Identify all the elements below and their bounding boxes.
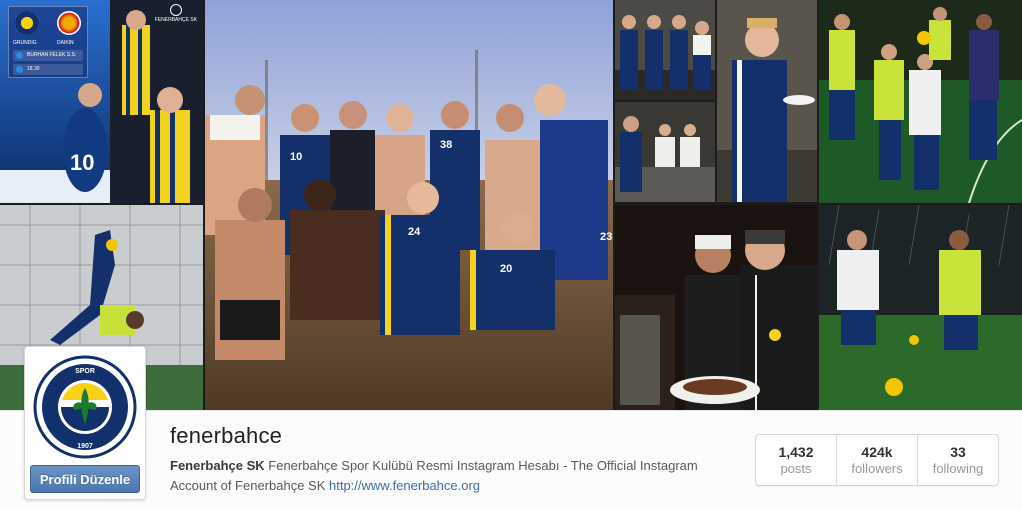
brand-text: FENERBAHÇE SK [154, 17, 197, 23]
stat-posts-label: posts [780, 461, 812, 476]
photo-collage: 10 GRUNDIG DAIKIN BURHAN FELEK S.S. 18.3… [0, 0, 1022, 410]
stat-following[interactable]: 33 following [918, 435, 998, 485]
svg-text:24: 24 [408, 226, 421, 238]
fenerbahce-logo-icon: SPOR 1907 [30, 352, 140, 462]
venue-text: BURHAN FELEK S.S. [27, 52, 77, 58]
avatar[interactable]: SPOR 1907 [30, 352, 140, 462]
location-icon [16, 52, 23, 59]
svg-text:10: 10 [70, 150, 94, 175]
galatasaray-crest-icon [57, 11, 81, 35]
photo-chefs[interactable] [615, 102, 715, 202]
svg-text:10: 10 [290, 151, 302, 163]
profile-stats: 1,432 posts 424k followers 33 following [755, 434, 999, 486]
scoreboard-overlay: GRUNDIG DAIKIN BURHAN FELEK S.S. 18.30 [8, 6, 88, 78]
stat-posts[interactable]: 1,432 posts [756, 435, 837, 485]
photo-team-group[interactable]: 10 38 24 20 23 [205, 0, 613, 410]
fenerbahce-crest-icon [15, 11, 39, 35]
stat-followers[interactable]: 424k followers [837, 435, 918, 485]
clock-icon [16, 66, 23, 73]
photo-dinner-group[interactable] [615, 0, 715, 100]
svg-text:SPOR: SPOR [75, 368, 95, 375]
sponsor-left: GRUNDIG [13, 40, 37, 46]
stat-followers-value: 424k [861, 444, 893, 460]
stat-following-value: 33 [950, 444, 966, 460]
photo-training[interactable] [819, 0, 1022, 203]
svg-text:1907: 1907 [77, 443, 93, 450]
venue-row: BURHAN FELEK S.S. [13, 50, 83, 61]
sponsor-right: DAIKIN [57, 40, 74, 46]
brand-badge: FENERBAHÇE SK [155, 4, 197, 23]
time-row: 18.30 [13, 64, 83, 75]
photo-player-buffet[interactable] [717, 0, 817, 202]
stat-following-label: following [932, 461, 984, 476]
profile-website-link[interactable]: http://www.fenerbahce.org [329, 478, 480, 493]
profile-username: fenerbahce [170, 423, 283, 448]
stat-posts-value: 1,432 [778, 444, 814, 460]
profile-full-name: Fenerbahçe SK [170, 458, 265, 473]
photo-rain-training[interactable] [819, 205, 1022, 410]
club-crest-icon [169, 4, 182, 16]
photo-volleyball[interactable]: 10 GRUNDIG DAIKIN BURHAN FELEK S.S. 18.3… [0, 0, 203, 203]
svg-text:20: 20 [500, 263, 512, 275]
avatar-card: SPOR 1907 Profili Düzenle [24, 346, 146, 500]
edit-profile-button[interactable]: Profili Düzenle [30, 465, 140, 493]
profile-bio: Fenerbahçe SK Fenerbahçe Spor Kulübü Res… [170, 456, 740, 496]
time-text: 18.30 [27, 66, 40, 72]
svg-text:23: 23 [600, 231, 612, 243]
svg-text:38: 38 [440, 139, 452, 151]
photo-night-dinner[interactable] [615, 205, 817, 410]
stat-followers-label: followers [851, 461, 903, 476]
